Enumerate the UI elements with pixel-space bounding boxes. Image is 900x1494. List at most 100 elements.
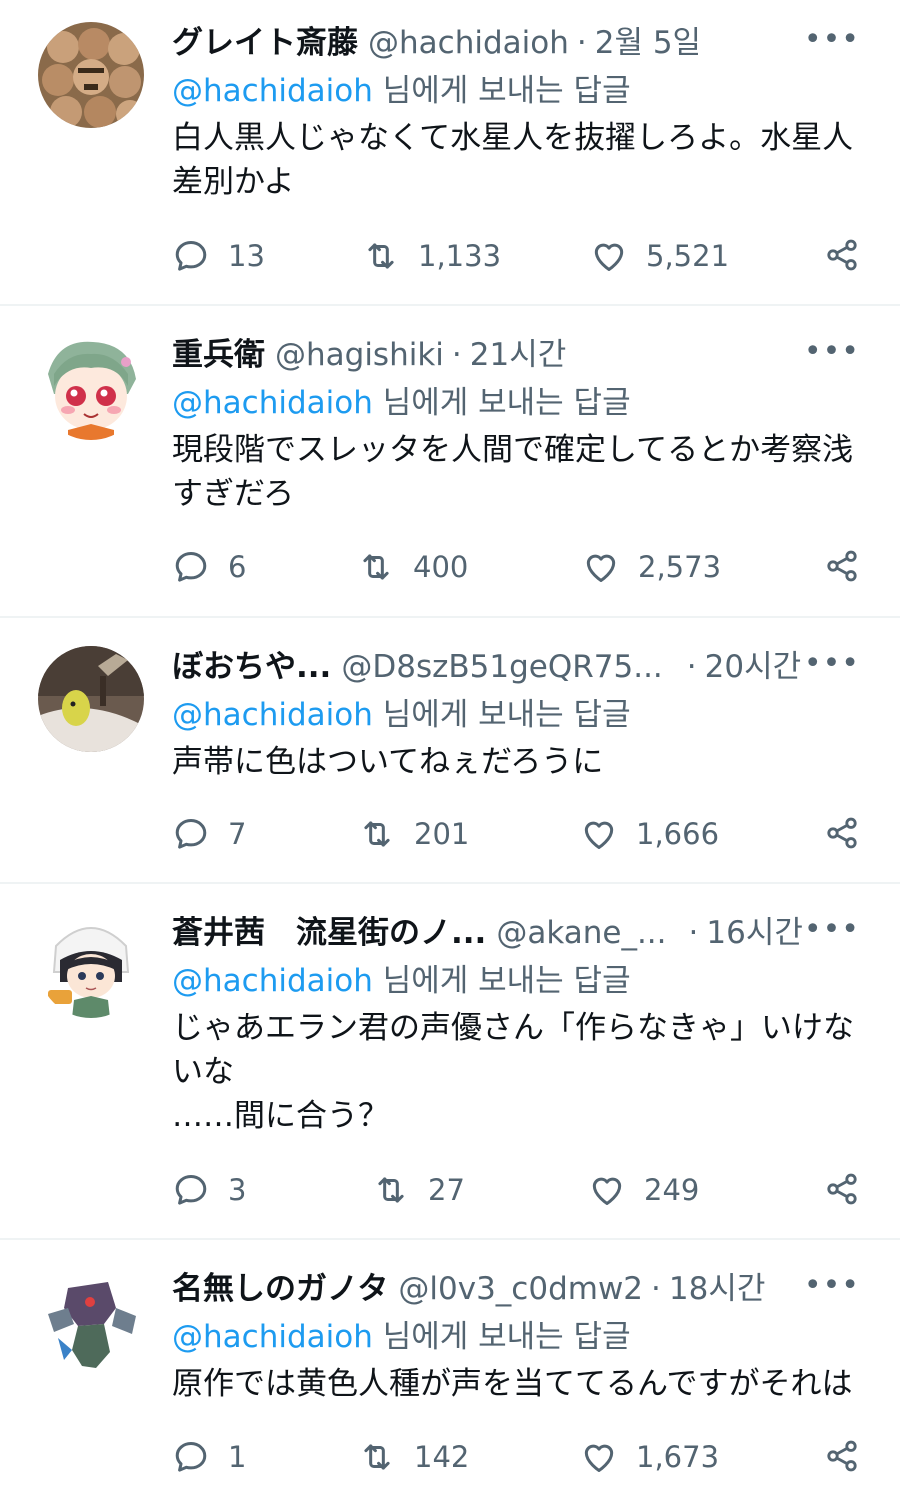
display-name[interactable]: 重兵衛 xyxy=(172,334,265,376)
action-bar: 6 400 2,573 xyxy=(172,548,860,588)
reply-button[interactable]: 7 xyxy=(172,815,246,853)
reply-icon xyxy=(175,819,207,849)
like-count: 1,673 xyxy=(636,1440,720,1474)
reply-button[interactable]: 13 xyxy=(172,237,265,275)
retweet-icon xyxy=(363,554,389,580)
display-name[interactable]: 名無しのガノタ xyxy=(172,1268,388,1310)
tweet-text: 現段階でスレッタを人間で確定してるとか考察浅 すぎだろ xyxy=(172,432,854,512)
reply-count: 13 xyxy=(228,239,265,273)
share-button[interactable] xyxy=(824,815,860,855)
tweet-header: 重兵衛 @hagishiki · 21시간 xyxy=(172,334,860,376)
tweet-header: 名無しのガノタ @l0v3_c0dmw2 · 18시간 xyxy=(172,1268,860,1310)
retweet-icon xyxy=(364,821,390,847)
retweet-icon xyxy=(364,1444,390,1470)
reply-context: @hachidaioh 님에게 보내는 답글 xyxy=(172,1314,860,1360)
tweet[interactable]: ぼおちや... @D8szB51geQR75... · 20시간 ••• @ha… xyxy=(0,618,900,884)
share-button[interactable] xyxy=(824,1171,860,1211)
tweet[interactable]: 蒼井茜 流星街のノ... @akane_... · 16시간 ••• @hach… xyxy=(0,884,900,1240)
share-icon xyxy=(827,1173,857,1205)
like-count: 2,573 xyxy=(638,550,722,584)
user-handle[interactable]: @hagishiki xyxy=(275,334,444,376)
like-count: 249 xyxy=(644,1173,700,1207)
timestamp[interactable]: 18시간 xyxy=(669,1268,766,1310)
retweet-icon xyxy=(368,243,394,269)
retweet-count: 400 xyxy=(413,550,469,584)
action-bar: 13 1,133 5,521 xyxy=(172,237,860,277)
separator-dot: · xyxy=(451,337,462,373)
timestamp[interactable]: 21시간 xyxy=(470,334,567,376)
share-button[interactable] xyxy=(824,548,860,588)
display-name[interactable]: ぼおちや... xyxy=(172,646,331,688)
heart-icon xyxy=(584,821,614,849)
more-icon[interactable]: ••• xyxy=(804,912,860,947)
share-button[interactable] xyxy=(824,237,860,277)
like-button[interactable]: 1,673 xyxy=(580,1438,719,1476)
tweet-text: 白人黒人じゃなくて水星人を抜擢しろよ。水星人 差別かよ xyxy=(172,120,854,200)
share-icon xyxy=(827,550,857,582)
like-button[interactable]: 1,666 xyxy=(580,815,719,853)
user-handle[interactable]: @l0v3_c0dmw2 xyxy=(398,1268,643,1310)
heart-icon xyxy=(586,554,616,582)
like-count: 5,521 xyxy=(646,239,730,273)
display-name[interactable]: グレイト斎藤 xyxy=(172,22,358,64)
reply-count: 7 xyxy=(228,817,247,851)
retweet-button[interactable]: 400 xyxy=(357,548,468,586)
like-button[interactable]: 5,521 xyxy=(590,237,729,275)
like-button[interactable]: 2,573 xyxy=(582,548,721,586)
reply-context: @hachidaioh 님에게 보내는 답글 xyxy=(172,68,860,114)
more-icon[interactable]: ••• xyxy=(804,1268,860,1303)
retweet-button[interactable]: 142 xyxy=(358,1438,469,1476)
retweet-count: 27 xyxy=(428,1173,465,1207)
avatar[interactable] xyxy=(38,1268,144,1374)
retweet-count: 1,133 xyxy=(418,239,502,273)
reply-button[interactable]: 3 xyxy=(172,1171,246,1209)
like-count: 1,666 xyxy=(636,817,720,851)
tweet[interactable]: 重兵衛 @hagishiki · 21시간 ••• @hachidaioh 님에… xyxy=(0,306,900,618)
tweet[interactable]: グレイト斎藤 @hachidaioh · 2월 5일 ••• @hachidai… xyxy=(0,0,900,306)
reply-button[interactable]: 6 xyxy=(172,548,246,586)
separator-dot: · xyxy=(688,915,699,951)
more-icon[interactable]: ••• xyxy=(804,22,860,57)
retweet-button[interactable]: 201 xyxy=(358,815,469,853)
display-name[interactable]: 蒼井茜 流星街のノ... xyxy=(172,912,486,954)
share-icon xyxy=(827,817,857,849)
avatar[interactable] xyxy=(38,22,144,128)
action-bar: 7 201 1,666 xyxy=(172,815,860,855)
user-handle[interactable]: @hachidaioh xyxy=(368,22,569,64)
tweet-text: じゃあエラン君の声優さん「作らなきゃ」いけな いな ……間に合う？ xyxy=(172,1010,854,1134)
avatar[interactable] xyxy=(38,334,144,440)
avatar[interactable] xyxy=(38,912,144,1018)
heart-icon xyxy=(594,243,624,271)
tweet[interactable]: 名無しのガノタ @l0v3_c0dmw2 · 18시간 ••• @hachida… xyxy=(0,1240,900,1494)
timestamp[interactable]: 16시간 xyxy=(706,912,803,954)
reply-suffix: 님에게 보내는 답글 xyxy=(382,697,631,733)
tweet-header: 蒼井茜 流星街のノ... @akane_... · 16시간 xyxy=(172,912,860,954)
reply-count: 3 xyxy=(228,1173,247,1207)
timestamp[interactable]: 20시간 xyxy=(705,646,802,688)
tweet-header: グレイト斎藤 @hachidaioh · 2월 5일 xyxy=(172,22,860,64)
reply-count: 1 xyxy=(228,1440,247,1474)
user-handle[interactable]: @D8szB51geQR75... xyxy=(341,646,662,688)
separator-dot: · xyxy=(651,1271,661,1307)
more-icon[interactable]: ••• xyxy=(804,646,860,681)
reply-icon xyxy=(175,241,207,271)
avatar[interactable] xyxy=(38,646,144,752)
reply-mention-link[interactable]: @hachidaioh xyxy=(172,385,373,421)
reply-mention-link[interactable]: @hachidaioh xyxy=(172,963,373,999)
reply-suffix: 님에게 보내는 답글 xyxy=(382,1319,631,1355)
retweet-button[interactable]: 1,133 xyxy=(362,237,501,275)
tweet-text: 原作では黄色人種が声を当ててるんですがそれは xyxy=(172,1366,853,1402)
share-button[interactable] xyxy=(824,1438,860,1478)
like-button[interactable]: 249 xyxy=(588,1171,699,1209)
reply-button[interactable]: 1 xyxy=(172,1438,246,1476)
reply-mention-link[interactable]: @hachidaioh xyxy=(172,697,373,733)
user-handle[interactable]: @akane_... xyxy=(496,912,666,954)
reply-context: @hachidaioh 님에게 보내는 답글 xyxy=(172,380,860,426)
timestamp[interactable]: 2월 5일 xyxy=(595,22,701,64)
reply-icon xyxy=(175,1175,207,1205)
reply-mention-link[interactable]: @hachidaioh xyxy=(172,1319,373,1355)
heart-icon xyxy=(592,1177,622,1205)
more-icon[interactable]: ••• xyxy=(804,334,860,369)
reply-mention-link[interactable]: @hachidaioh xyxy=(172,73,373,109)
retweet-button[interactable]: 27 xyxy=(372,1171,465,1209)
